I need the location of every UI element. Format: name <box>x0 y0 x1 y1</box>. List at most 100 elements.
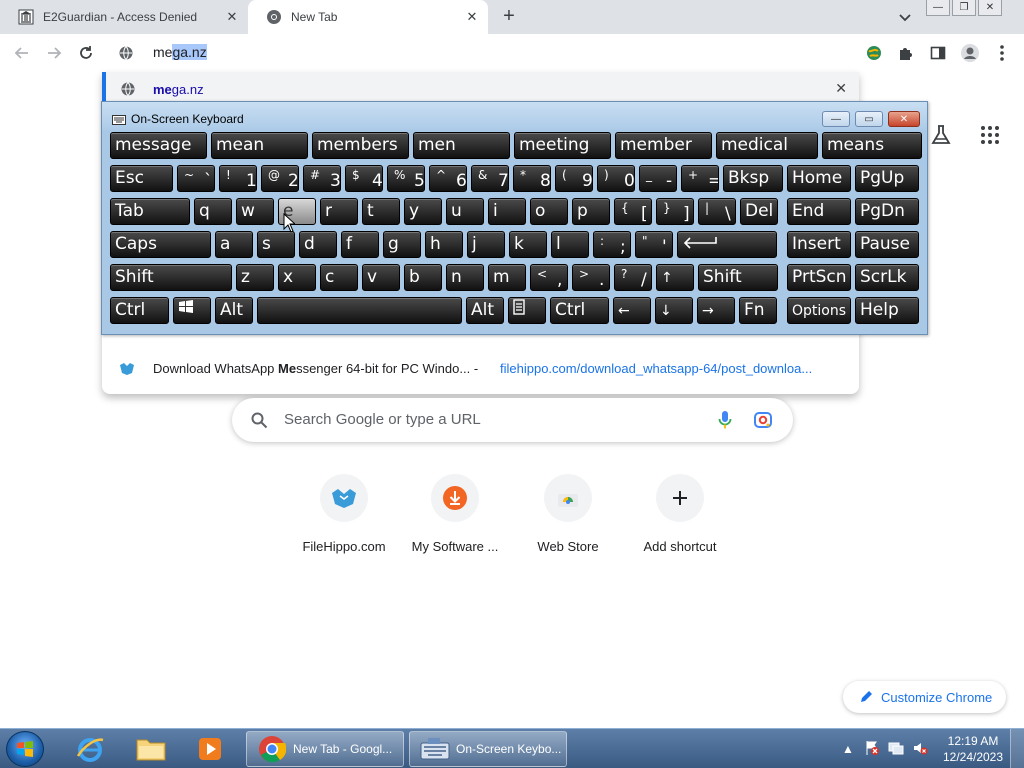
key-alt[interactable]: Alt <box>466 297 504 324</box>
key-caps[interactable]: Caps <box>110 231 211 258</box>
key-fn[interactable]: Fn <box>739 297 777 324</box>
key-v[interactable]: v <box>362 264 400 291</box>
prediction-men[interactable]: men <box>413 132 510 159</box>
prediction-members[interactable]: members <box>312 132 409 159</box>
volume-muted-icon[interactable] <box>912 740 928 759</box>
media-player-icon[interactable] <box>190 732 230 766</box>
key-left-arrow[interactable]: ← <box>613 297 651 324</box>
prediction-member[interactable]: member <box>615 132 712 159</box>
key-insert[interactable]: Insert <box>787 231 851 258</box>
prediction-means[interactable]: means <box>822 132 922 159</box>
reload-icon[interactable] <box>76 43 96 63</box>
labs-flask-icon[interactable] <box>930 124 952 146</box>
forward-arrow-icon[interactable] <box>44 43 64 63</box>
key-home[interactable]: Home <box>787 165 851 192</box>
key-4[interactable]: $4 <box>345 165 383 192</box>
key-a[interactable]: a <box>215 231 253 258</box>
key-6[interactable]: ^ 6 <box>429 165 467 192</box>
key-w[interactable]: w <box>236 198 274 225</box>
key-pause[interactable]: Pause <box>855 231 919 258</box>
key-end[interactable]: End <box>787 198 851 225</box>
key-bksp[interactable]: Bksp <box>723 165 783 192</box>
key-8[interactable]: * 8 <box>513 165 551 192</box>
prediction-message[interactable]: message <box>110 132 207 159</box>
taskbar-chrome-button[interactable]: New Tab - Googl... <box>246 731 404 767</box>
key-slash[interactable]: ? / <box>614 264 652 291</box>
show-desktop-button[interactable] <box>1010 729 1024 768</box>
osk-title-bar[interactable]: On-Screen Keyboard — ▭ ✕ <box>102 102 927 130</box>
remove-suggestion-icon[interactable]: ✕ <box>835 80 847 97</box>
key-right-bracket[interactable]: }] <box>656 198 694 225</box>
side-panel-icon[interactable] <box>928 43 948 63</box>
file-explorer-icon[interactable] <box>131 732 171 766</box>
prediction-medical[interactable]: medical <box>716 132 818 159</box>
tab-e2guardian[interactable]: E2Guardian - Access Denied ✕ <box>0 0 248 34</box>
microphone-icon[interactable] <box>718 410 732 435</box>
windows-start-icon[interactable] <box>6 731 44 767</box>
key-prtscn[interactable]: PrtScn <box>787 264 851 291</box>
key-period[interactable]: >. <box>572 264 610 291</box>
key-z[interactable]: z <box>236 264 274 291</box>
osk-minimize-icon[interactable]: — <box>822 111 850 127</box>
key-u[interactable]: u <box>446 198 484 225</box>
prediction-mean[interactable]: mean <box>211 132 308 159</box>
key-c[interactable]: c <box>320 264 358 291</box>
key-d[interactable]: d <box>299 231 337 258</box>
key-menu[interactable] <box>508 297 546 324</box>
key-r[interactable]: r <box>320 198 358 225</box>
key-del[interactable]: Del <box>740 198 778 225</box>
key-f[interactable]: f <box>341 231 379 258</box>
network-icon[interactable] <box>888 740 904 759</box>
key-b[interactable]: b <box>404 264 442 291</box>
tray-expand-icon[interactable]: ▲ <box>842 742 854 756</box>
key-9[interactable]: (9 <box>555 165 593 192</box>
close-tab-icon[interactable]: ✕ <box>464 9 480 25</box>
key-ctrl[interactable]: Ctrl <box>110 297 169 324</box>
key-backtick[interactable]: ~ ` <box>177 165 215 192</box>
key-enter[interactable] <box>677 231 777 258</box>
key-k[interactable]: k <box>509 231 547 258</box>
key-j[interactable]: j <box>467 231 505 258</box>
key-left-bracket[interactable]: {[ <box>614 198 652 225</box>
key-pgup[interactable]: PgUp <box>855 165 919 192</box>
key-n[interactable]: n <box>446 264 484 291</box>
key-up-arrow[interactable]: ↑ <box>656 264 694 291</box>
key-help[interactable]: Help <box>855 297 919 324</box>
tab-new-tab[interactable]: New Tab ✕ <box>248 0 488 34</box>
chevron-down-icon[interactable] <box>896 8 914 26</box>
close-tab-icon[interactable]: ✕ <box>224 9 240 25</box>
key-l[interactable]: l <box>551 231 589 258</box>
key-windows[interactable] <box>173 297 211 324</box>
key-p[interactable]: p <box>572 198 610 225</box>
kebab-menu-icon[interactable] <box>992 43 1012 63</box>
action-center-flag-icon[interactable] <box>864 740 880 759</box>
internet-explorer-icon[interactable] <box>70 732 110 766</box>
key-ctrl[interactable]: Ctrl <box>550 297 609 324</box>
key-comma[interactable]: <, <box>530 264 568 291</box>
key-scrlk[interactable]: ScrLk <box>855 264 919 291</box>
google-search-box[interactable]: Search Google or type a URL <box>232 398 793 442</box>
key-options[interactable]: Options <box>787 297 851 324</box>
key-h[interactable]: h <box>425 231 463 258</box>
key-2[interactable]: @2 <box>261 165 299 192</box>
key-x[interactable]: x <box>278 264 316 291</box>
google-lens-icon[interactable] <box>753 410 773 435</box>
profile-avatar-icon[interactable] <box>960 43 980 63</box>
osk-restore-icon[interactable]: ▭ <box>855 111 883 127</box>
key-m[interactable]: m <box>488 264 526 291</box>
key-3[interactable]: #3 <box>303 165 341 192</box>
key-0[interactable]: ) 0 <box>597 165 635 192</box>
minimize-icon[interactable]: — <box>926 0 950 16</box>
customize-chrome-button[interactable]: Customize Chrome <box>843 681 1006 713</box>
new-tab-plus-icon[interactable]: + <box>498 6 520 28</box>
key-t[interactable]: t <box>362 198 400 225</box>
add-shortcut-button[interactable]: Add shortcut <box>624 474 736 554</box>
puzzle-icon[interactable] <box>896 43 916 63</box>
system-clock[interactable]: 12:19 AM 12/24/2023 <box>938 733 1008 765</box>
shortcut-filehippo[interactable]: FileHippo.com <box>288 474 400 554</box>
key-tab[interactable]: Tab <box>110 198 190 225</box>
key-y[interactable]: y <box>404 198 442 225</box>
key-g[interactable]: g <box>383 231 421 258</box>
omnibox[interactable]: mega.nz <box>102 34 859 72</box>
restore-icon[interactable]: ❐ <box>952 0 976 16</box>
